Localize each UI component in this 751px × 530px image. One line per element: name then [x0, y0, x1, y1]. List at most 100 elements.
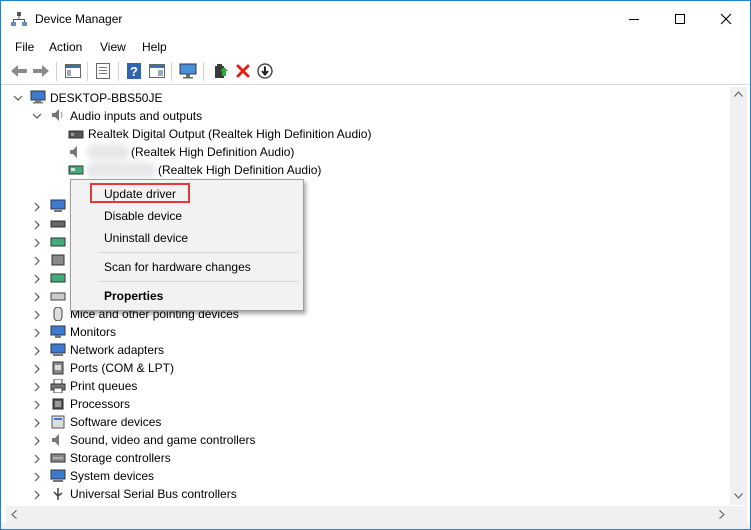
audio-device-realtek-digital-output[interactable]: Realtek Digital Output (Realtek High Def…: [88, 125, 371, 143]
horizontal-scrollbar[interactable]: [6, 506, 730, 523]
toolbar-separator: [203, 62, 204, 81]
device-manager-window: Device Manager File Action View Help ? D…: [0, 0, 751, 530]
svg-text:?: ?: [130, 64, 138, 79]
category-ports[interactable]: Ports (COM & LPT): [70, 359, 174, 377]
expand-chevron-icon[interactable]: [32, 328, 42, 338]
tree-root[interactable]: DESKTOP-BBS50JE: [50, 89, 163, 107]
scan-hardware-button[interactable]: [179, 62, 197, 80]
minimize-button[interactable]: [611, 1, 657, 37]
network-adapter-icon: [50, 343, 66, 356]
menu-action[interactable]: Action: [49, 40, 82, 54]
category-usb-controllers[interactable]: Universal Serial Bus controllers: [70, 485, 237, 503]
expand-chevron-icon[interactable]: [32, 220, 42, 230]
menu-help[interactable]: Help: [142, 40, 167, 54]
expand-chevron-icon[interactable]: [32, 256, 42, 266]
disk-drive-icon: [50, 220, 66, 228]
audio-device-realtek-hd-2[interactable]: (Realtek High Definition Audio): [158, 161, 321, 179]
expand-chevron-icon[interactable]: [32, 238, 42, 248]
expand-chevron-icon[interactable]: [32, 364, 42, 374]
computer-icon: [30, 90, 46, 104]
menu-file[interactable]: File: [15, 40, 34, 54]
collapse-chevron-icon[interactable]: [32, 111, 42, 121]
properties-button[interactable]: [94, 62, 112, 80]
console-tree-button[interactable]: [64, 62, 82, 80]
view-icon: [149, 64, 165, 78]
speaker-icon: [70, 146, 77, 158]
category-monitors[interactable]: Monitors: [70, 323, 116, 341]
console-tree-icon: [65, 64, 81, 78]
scroll-left-arrow-icon[interactable]: [11, 510, 17, 519]
display-adapter-icon: [50, 237, 66, 247]
audio-output-device-icon: [68, 130, 84, 139]
processor-icon: [52, 398, 64, 410]
ide-controller-icon: [50, 273, 66, 283]
category-system-devices[interactable]: System devices: [70, 467, 154, 485]
expand-chevron-icon[interactable]: [32, 202, 42, 212]
menu-separator: [99, 252, 299, 253]
forward-icon: [33, 65, 49, 77]
expand-chevron-icon[interactable]: [32, 310, 42, 320]
help-icon: ?: [127, 63, 141, 79]
close-button[interactable]: [703, 1, 749, 37]
scroll-right-arrow-icon[interactable]: [719, 510, 725, 519]
forward-button[interactable]: [32, 62, 50, 80]
expand-chevron-icon[interactable]: [32, 274, 42, 284]
system-device-icon: [50, 469, 66, 482]
expand-chevron-icon[interactable]: [32, 346, 42, 356]
expand-chevron-icon[interactable]: [32, 292, 42, 302]
category-storage-controllers[interactable]: Storage controllers: [70, 449, 171, 467]
toolbar-separator: [87, 62, 88, 81]
expand-chevron-icon[interactable]: [32, 454, 42, 464]
category-sound-video-game[interactable]: Sound, video and game controllers: [70, 431, 255, 449]
keyboard-icon: [50, 292, 66, 301]
port-icon: [52, 361, 64, 375]
expand-chevron-icon[interactable]: [32, 436, 42, 446]
disable-toolbar-button[interactable]: [256, 62, 274, 80]
download-arrow-icon: [257, 63, 273, 79]
menu-view[interactable]: View: [100, 40, 126, 54]
back-button[interactable]: [10, 62, 28, 80]
software-device-icon: [51, 415, 65, 429]
category-software-devices[interactable]: Software devices: [70, 413, 161, 431]
category-print-queues[interactable]: Print queues: [70, 377, 137, 395]
toolbar-separator: [171, 62, 172, 81]
uninstall-x-icon: [236, 64, 250, 78]
scroll-up-arrow-icon[interactable]: [734, 91, 743, 97]
menu-item-uninstall-device[interactable]: Uninstall device: [104, 231, 188, 245]
scrollbar-corner: [730, 506, 747, 523]
mouse-icon: [53, 307, 63, 321]
category-network-adapters[interactable]: Network adapters: [70, 341, 164, 359]
update-driver-toolbar-button[interactable]: [212, 62, 230, 80]
close-icon: [720, 13, 732, 25]
collapse-chevron-icon[interactable]: [13, 93, 23, 103]
status-bar: [1, 523, 750, 529]
vertical-scrollbar[interactable]: [730, 87, 747, 505]
toolbar: ?: [1, 59, 750, 85]
category-processors[interactable]: Processors: [70, 395, 130, 413]
maximize-icon: [675, 14, 685, 24]
scroll-down-arrow-icon[interactable]: [734, 493, 743, 499]
expand-chevron-icon[interactable]: [32, 472, 42, 482]
menu-item-properties[interactable]: Properties: [104, 289, 163, 303]
view-button[interactable]: [148, 62, 166, 80]
menu-item-update-driver[interactable]: Update driver: [104, 187, 176, 201]
title-bar[interactable]: Device Manager: [1, 1, 750, 37]
device-manager-icon: [11, 12, 27, 26]
audio-device-realtek-hd-1[interactable]: (Realtek High Definition Audio): [131, 143, 294, 161]
context-menu: Update driver Disable device Uninstall d…: [70, 179, 304, 311]
menu-item-disable-device[interactable]: Disable device: [104, 209, 182, 223]
expand-chevron-icon[interactable]: [32, 490, 42, 500]
printer-icon: [50, 379, 66, 393]
monitor-icon: [179, 63, 197, 79]
expand-chevron-icon[interactable]: [32, 382, 42, 392]
maximize-button[interactable]: [657, 1, 703, 37]
menu-item-scan-hardware[interactable]: Scan for hardware changes: [104, 260, 251, 274]
speaker-icon: [52, 109, 63, 121]
hid-icon: [51, 254, 65, 266]
uninstall-toolbar-button[interactable]: [234, 62, 252, 80]
speaker-icon: [52, 434, 59, 446]
help-button[interactable]: ?: [125, 62, 143, 80]
expand-chevron-icon[interactable]: [32, 400, 42, 410]
category-audio-inputs-outputs[interactable]: Audio inputs and outputs: [70, 107, 202, 125]
expand-chevron-icon[interactable]: [32, 418, 42, 428]
